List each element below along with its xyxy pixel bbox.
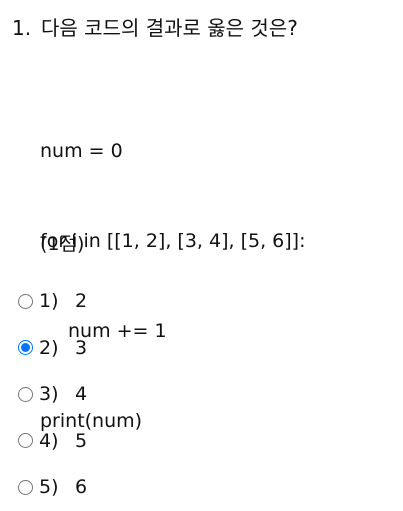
code-line: num = 0 (40, 140, 123, 162)
option-value: 2 (75, 290, 88, 313)
option-value: 4 (75, 383, 88, 406)
points-label: (1점) (40, 233, 85, 255)
option-label: 1) (39, 290, 59, 313)
radio-button[interactable] (18, 340, 33, 356)
option-label: 5) (39, 476, 59, 499)
question-number: 1. (12, 16, 32, 40)
option-value: 3 (75, 336, 88, 359)
question-text: 다음 코드의 결과로 옳은 것은? (41, 16, 298, 40)
answer-option-5[interactable]: 5) 6 (18, 464, 87, 511)
radio-button[interactable] (18, 479, 33, 495)
option-label: 2) (39, 336, 59, 359)
option-value: 6 (75, 476, 88, 499)
question-header: 1. 다음 코드의 결과로 옳은 것은? (12, 14, 298, 42)
answer-options: 1) 2 2) 3 3) 4 4) 5 5) 6 (18, 278, 87, 511)
answer-option-3[interactable]: 3) 4 (18, 371, 87, 418)
radio-button[interactable] (18, 433, 33, 449)
radio-button[interactable] (18, 293, 33, 309)
answer-option-1[interactable]: 1) 2 (18, 278, 87, 325)
option-value: 5 (75, 429, 88, 452)
option-label: 4) (39, 429, 59, 452)
answer-option-2[interactable]: 2) 3 (18, 325, 87, 372)
answer-option-4[interactable]: 4) 5 (18, 418, 87, 465)
option-label: 3) (39, 383, 59, 406)
radio-button[interactable] (18, 386, 33, 402)
